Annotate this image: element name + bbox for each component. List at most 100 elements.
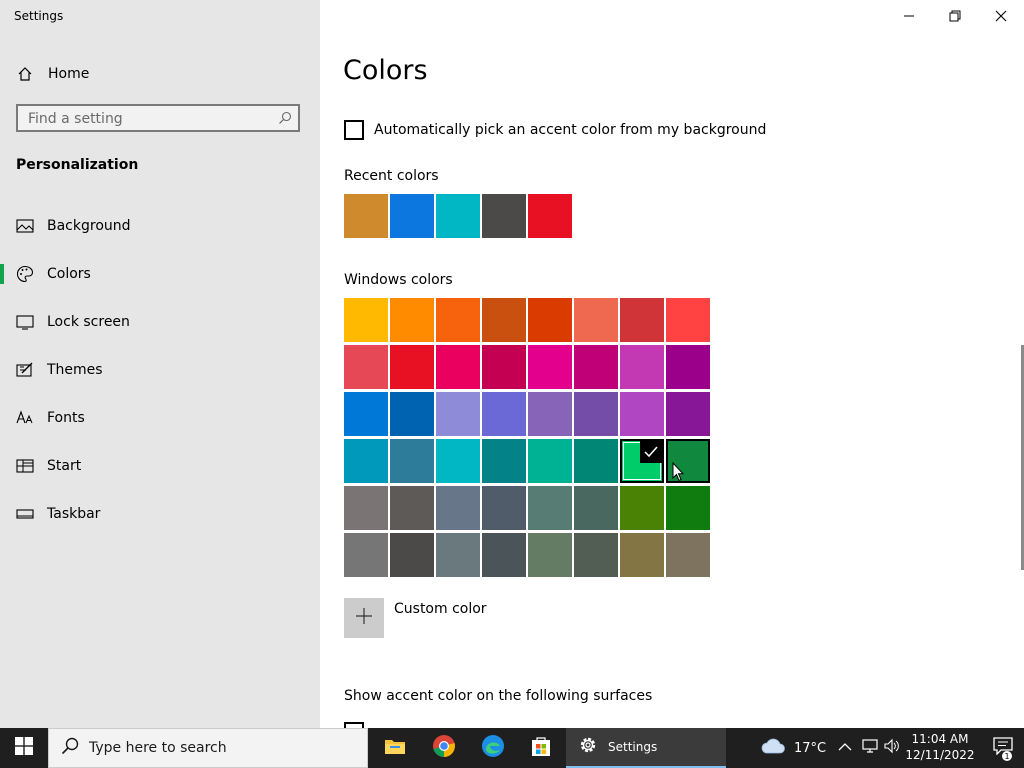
sidebar-item-themes[interactable]: Themes bbox=[0, 346, 320, 394]
gear-icon bbox=[578, 735, 598, 759]
sidebar-item-label: Colors bbox=[47, 266, 91, 282]
windows-color-swatch[interactable] bbox=[436, 298, 480, 342]
find-setting-search[interactable] bbox=[16, 104, 300, 132]
weather-widget[interactable]: 17°C bbox=[760, 728, 826, 768]
windows-color-swatch[interactable] bbox=[482, 298, 526, 342]
sidebar-item-lock-screen[interactable]: Lock screen bbox=[0, 298, 320, 346]
windows-color-swatch[interactable] bbox=[574, 392, 618, 436]
windows-color-swatch[interactable] bbox=[436, 533, 480, 577]
recent-colors-label: Recent colors bbox=[344, 168, 439, 184]
windows-color-swatch[interactable] bbox=[482, 533, 526, 577]
windows-color-swatch[interactable] bbox=[482, 439, 526, 483]
taskbar-store[interactable] bbox=[517, 728, 565, 768]
windows-color-swatch[interactable] bbox=[436, 439, 480, 483]
windows-colors-grid bbox=[344, 298, 710, 577]
clock-time: 11:04 AM bbox=[911, 732, 969, 746]
windows-color-swatch[interactable] bbox=[528, 486, 572, 530]
start-icon bbox=[16, 457, 34, 475]
recent-color-swatch[interactable] bbox=[436, 194, 480, 238]
network-button[interactable] bbox=[862, 728, 880, 768]
windows-color-swatch[interactable] bbox=[666, 533, 710, 577]
windows-color-swatch[interactable] bbox=[574, 345, 618, 389]
find-setting-input[interactable] bbox=[18, 106, 270, 132]
windows-color-swatch[interactable] bbox=[666, 392, 710, 436]
windows-color-swatch[interactable] bbox=[344, 486, 388, 530]
windows-color-swatch[interactable] bbox=[528, 392, 572, 436]
restore-button[interactable] bbox=[932, 0, 978, 32]
windows-color-swatch[interactable] bbox=[436, 345, 480, 389]
auto-pick-accent-checkbox[interactable] bbox=[344, 120, 364, 140]
folder-icon bbox=[384, 737, 406, 759]
sidebar-nav: Background Colors Lock screen Themes Fon… bbox=[0, 202, 320, 538]
windows-color-swatch[interactable] bbox=[482, 345, 526, 389]
windows-color-swatch[interactable] bbox=[574, 298, 618, 342]
show-hidden-icons-button[interactable] bbox=[838, 728, 852, 768]
search-icon[interactable] bbox=[278, 110, 292, 129]
recent-color-swatch[interactable] bbox=[344, 194, 388, 238]
sidebar-item-label: Lock screen bbox=[47, 314, 130, 330]
close-button[interactable] bbox=[978, 0, 1024, 32]
windows-color-swatch[interactable] bbox=[620, 533, 664, 577]
sidebar-item-background[interactable]: Background bbox=[0, 202, 320, 250]
windows-color-swatch[interactable] bbox=[620, 345, 664, 389]
sidebar-item-fonts[interactable]: Fonts bbox=[0, 394, 320, 442]
taskbar-edge[interactable] bbox=[469, 728, 517, 768]
windows-color-swatch[interactable] bbox=[482, 486, 526, 530]
action-center-button[interactable]: 1 bbox=[982, 728, 1024, 768]
sidebar-item-colors[interactable]: Colors bbox=[0, 250, 320, 298]
windows-color-swatch[interactable] bbox=[436, 392, 480, 436]
windows-color-swatch[interactable] bbox=[344, 439, 388, 483]
windows-color-swatch[interactable] bbox=[390, 486, 434, 530]
recent-colors bbox=[344, 194, 572, 238]
sidebar-item-start[interactable]: Start bbox=[0, 442, 320, 490]
recent-color-swatch[interactable] bbox=[528, 194, 572, 238]
recent-color-swatch[interactable] bbox=[390, 194, 434, 238]
windows-color-swatch[interactable] bbox=[390, 345, 434, 389]
minimize-button[interactable] bbox=[886, 0, 932, 32]
windows-color-swatch[interactable] bbox=[528, 533, 572, 577]
windows-color-swatch[interactable] bbox=[666, 345, 710, 389]
windows-logo-icon bbox=[15, 737, 33, 759]
windows-color-swatch[interactable] bbox=[390, 533, 434, 577]
home-link[interactable]: Home bbox=[16, 62, 89, 86]
windows-color-swatch[interactable] bbox=[528, 345, 572, 389]
taskbar-file-explorer[interactable] bbox=[371, 728, 419, 768]
windows-color-swatch[interactable] bbox=[390, 392, 434, 436]
windows-color-swatch[interactable] bbox=[620, 486, 664, 530]
auto-pick-accent-option[interactable]: Automatically pick an accent color from … bbox=[344, 120, 766, 140]
recent-color-swatch[interactable] bbox=[482, 194, 526, 238]
lock-screen-icon bbox=[16, 313, 34, 331]
custom-color-label[interactable]: Custom color bbox=[394, 601, 487, 617]
sidebar: Settings Home Personalization Background… bbox=[0, 0, 320, 728]
custom-color-button[interactable] bbox=[344, 598, 384, 638]
weather-temperature: 17°C bbox=[794, 740, 827, 756]
windows-color-swatch[interactable] bbox=[620, 439, 664, 483]
windows-color-swatch[interactable] bbox=[666, 298, 710, 342]
image-icon bbox=[16, 217, 34, 235]
windows-color-swatch[interactable] bbox=[574, 533, 618, 577]
windows-color-swatch[interactable] bbox=[666, 486, 710, 530]
windows-color-swatch[interactable] bbox=[390, 439, 434, 483]
system-clock[interactable]: 11:04 AM 12/11/2022 bbox=[900, 731, 980, 763]
taskbar-chrome[interactable] bbox=[420, 728, 468, 768]
start-button[interactable] bbox=[0, 728, 48, 768]
windows-color-swatch[interactable] bbox=[528, 439, 572, 483]
checkmark-icon bbox=[640, 441, 662, 463]
windows-color-swatch[interactable] bbox=[344, 533, 388, 577]
chrome-icon bbox=[432, 734, 456, 762]
windows-color-swatch[interactable] bbox=[344, 345, 388, 389]
windows-color-swatch[interactable] bbox=[344, 298, 388, 342]
windows-color-swatch[interactable] bbox=[620, 392, 664, 436]
sidebar-item-taskbar[interactable]: Taskbar bbox=[0, 490, 320, 538]
windows-color-swatch[interactable] bbox=[344, 392, 388, 436]
taskbar-settings-app[interactable]: Settings bbox=[566, 728, 726, 768]
windows-color-swatch[interactable] bbox=[620, 298, 664, 342]
windows-color-swatch[interactable] bbox=[528, 298, 572, 342]
windows-color-swatch[interactable] bbox=[574, 486, 618, 530]
windows-color-swatch[interactable] bbox=[482, 392, 526, 436]
taskbar-search-box[interactable]: Type here to search bbox=[48, 728, 368, 768]
volume-button[interactable] bbox=[884, 728, 900, 768]
windows-color-swatch[interactable] bbox=[436, 486, 480, 530]
windows-color-swatch[interactable] bbox=[574, 439, 618, 483]
windows-color-swatch[interactable] bbox=[390, 298, 434, 342]
